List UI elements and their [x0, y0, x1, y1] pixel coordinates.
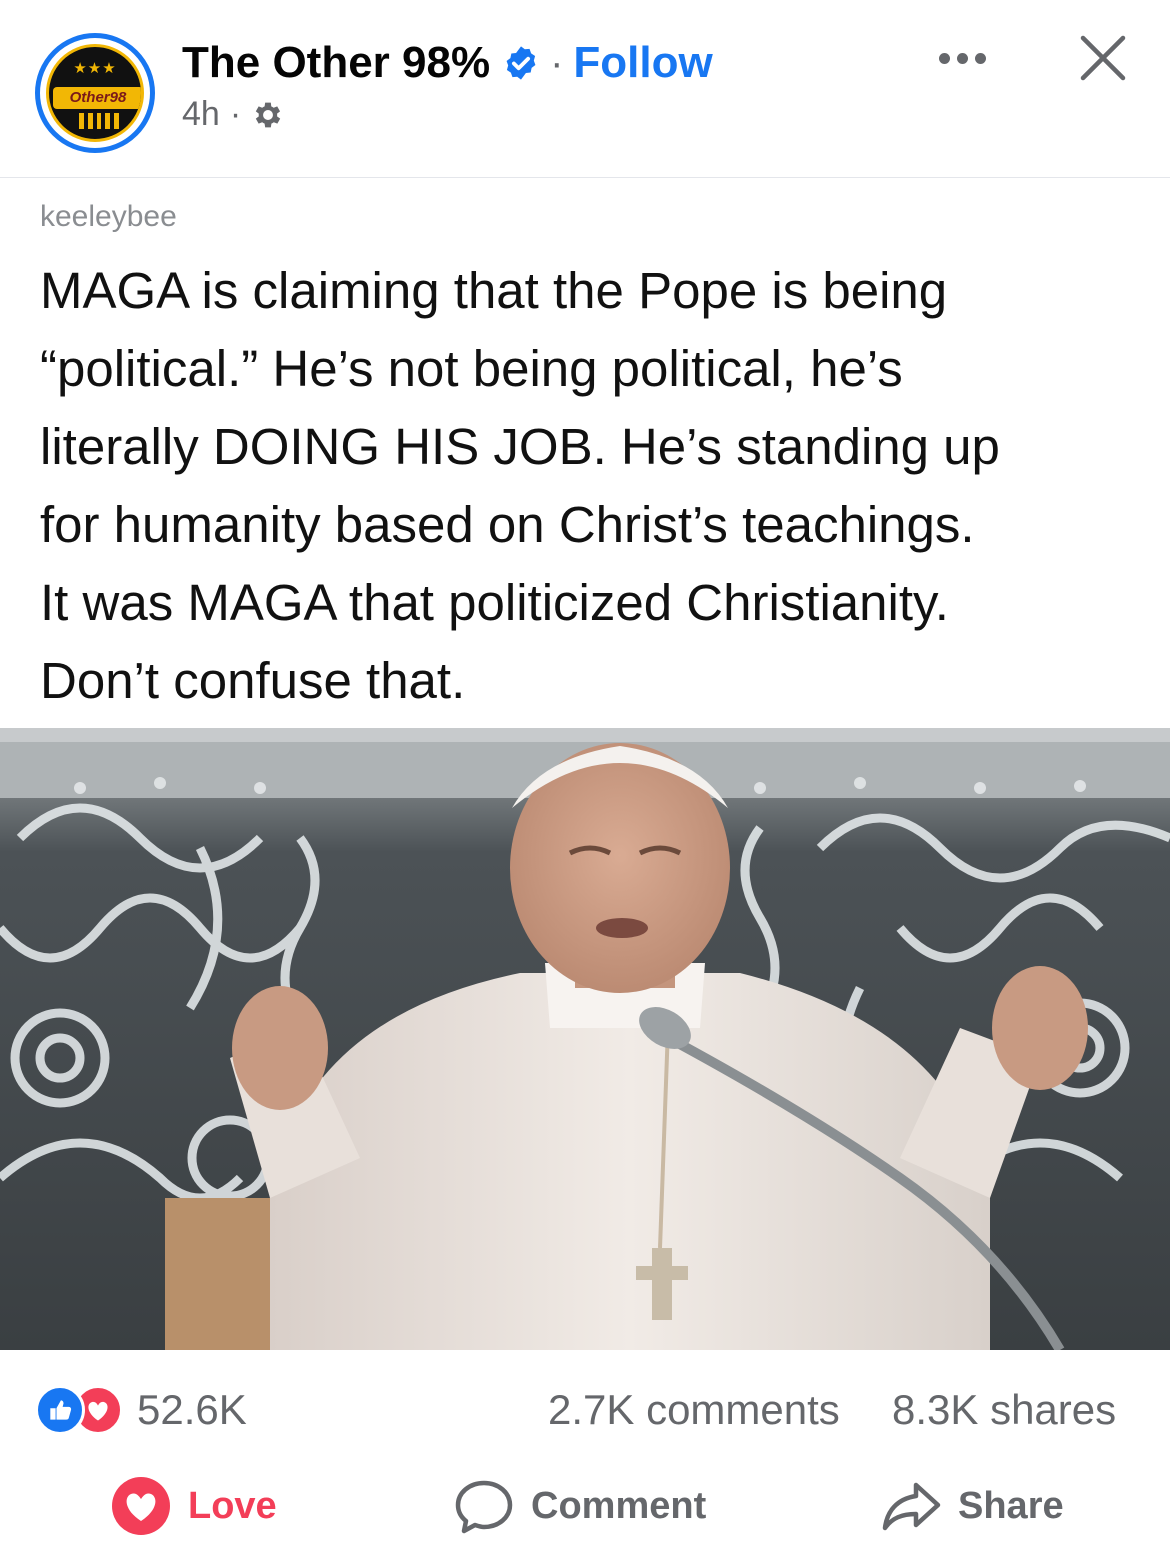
verified-badge-icon [506, 46, 536, 80]
pope-photo-illustration [0, 728, 1170, 1350]
reactions-count: 52.6K [137, 1386, 247, 1433]
avatar-stripes-icon [79, 113, 119, 129]
follow-button[interactable]: Follow [573, 38, 712, 88]
more-dot-icon [938, 52, 950, 64]
share-button[interactable]: Share [880, 1476, 1064, 1536]
name-separator: · [550, 40, 564, 85]
post-time[interactable]: 4h [182, 95, 220, 134]
post-actions-bar: Love Comment Share [0, 1460, 1170, 1566]
post-photo[interactable] [0, 728, 1170, 1350]
meta-separator: · [229, 95, 242, 133]
love-label: Love [188, 1484, 277, 1527]
post-meta: 4h · [182, 95, 285, 134]
more-dot-icon [974, 52, 986, 64]
more-options-button[interactable] [922, 38, 1002, 78]
post-stats: 52.6K 2.7K comments 8.3K shares [0, 1350, 1170, 1460]
more-dot-icon [956, 52, 968, 64]
page-name-row: The Other 98% · Follow [182, 38, 713, 88]
shares-count-link[interactable]: 8.3K shares [892, 1386, 1116, 1434]
reactions-summary[interactable]: 52.6K [35, 1385, 247, 1435]
shared-text-card[interactable]: keeleybee MAGA is claiming that the Pope… [0, 178, 1170, 730]
gear-icon[interactable] [251, 98, 285, 132]
post-header: ★★★ Other98 The Other 98% · Follow 4h · [0, 0, 1170, 178]
comment-icon [455, 1480, 513, 1534]
heart-icon [112, 1477, 170, 1535]
avatar-stars-icon: ★★★ [73, 60, 117, 77]
like-reaction-icon [35, 1385, 85, 1435]
post-text: MAGA is claiming that the Pope is being … [40, 262, 1000, 709]
comment-button[interactable]: Comment [453, 1476, 706, 1536]
comment-label: Comment [531, 1484, 707, 1527]
close-icon[interactable] [1075, 30, 1131, 86]
share-arrow-icon [882, 1482, 941, 1531]
avatar-logo: ★★★ Other98 [46, 44, 144, 142]
avatar-logo-text: Other98 [53, 87, 141, 109]
love-button[interactable]: Love [110, 1476, 277, 1536]
share-label: Share [958, 1484, 1064, 1527]
comments-count-link[interactable]: 2.7K comments [548, 1386, 840, 1434]
page-avatar[interactable]: ★★★ Other98 [35, 33, 155, 153]
page-name[interactable]: The Other 98% [182, 38, 490, 88]
source-username: keeleybee [40, 200, 177, 233]
